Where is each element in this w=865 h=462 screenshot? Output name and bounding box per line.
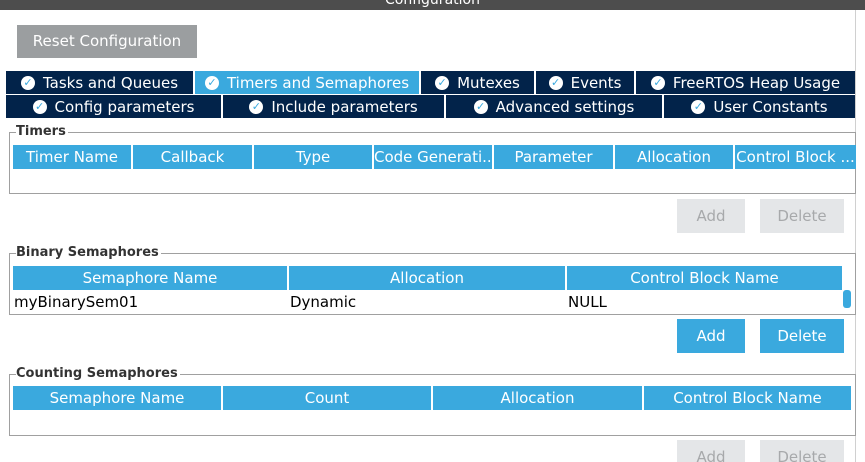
binary-delete-button[interactable]: Delete: [760, 319, 844, 353]
col-control-block-name[interactable]: Control Block Name: [567, 266, 842, 290]
check-circle-icon: ✓: [20, 75, 35, 90]
window-title: Configuration: [385, 0, 480, 8]
tab-timers-and-semaphores[interactable]: ✓ Timers and Semaphores: [195, 71, 421, 94]
tab-freertos-heap-usage[interactable]: ✓ FreeRTOS Heap Usage: [636, 71, 855, 94]
tab-tasks-and-queues[interactable]: ✓ Tasks and Queues: [6, 71, 195, 94]
col-allocation[interactable]: Allocation: [615, 145, 735, 169]
counting-add-button[interactable]: Add: [677, 440, 745, 462]
tab-label: User Constants: [713, 97, 828, 116]
col-count[interactable]: Count: [223, 386, 433, 410]
tab-label: FreeRTOS Heap Usage: [672, 73, 841, 92]
col-semaphore-name[interactable]: Semaphore Name: [13, 266, 289, 290]
col-timer-name[interactable]: Timer Name: [13, 145, 133, 169]
tab-label: Config parameters: [54, 97, 195, 116]
col-callback[interactable]: Callback: [133, 145, 254, 169]
tab-label: Timers and Semaphores: [226, 73, 410, 92]
timers-add-button[interactable]: Add: [677, 199, 745, 233]
tab-mutexes[interactable]: ✓ Mutexes: [421, 71, 536, 94]
tab-advanced-settings[interactable]: ✓ Advanced settings: [446, 95, 664, 118]
table-scrollbar-thumb[interactable]: [843, 290, 851, 308]
tab-label: Include parameters: [271, 97, 418, 116]
col-semaphore-name[interactable]: Semaphore Name: [13, 386, 223, 410]
tab-label: Mutexes: [457, 73, 520, 92]
counting-semaphores-title: Counting Semaphores: [16, 366, 180, 382]
check-circle-icon: ✓: [691, 99, 706, 114]
check-circle-icon: ✓: [650, 75, 665, 90]
col-parameter[interactable]: Parameter: [494, 145, 615, 169]
tab-events[interactable]: ✓ Events: [536, 71, 636, 94]
window-titlebar: Configuration: [0, 0, 865, 10]
counting-delete-button[interactable]: Delete: [760, 440, 844, 462]
check-circle-icon: ✓: [249, 99, 264, 114]
col-type[interactable]: Type: [254, 145, 374, 169]
timers-table-header: Timer Name Callback Type Code Generati..…: [13, 145, 856, 169]
cell-allocation[interactable]: Dynamic: [288, 290, 566, 314]
timers-delete-button[interactable]: Delete: [760, 199, 844, 233]
tab-include-parameters[interactable]: ✓ Include parameters: [223, 95, 446, 118]
tab-row-2: ✓ Config parameters ✓ Include parameters…: [6, 95, 855, 119]
check-circle-icon: ✓: [435, 75, 450, 90]
tab-config-parameters[interactable]: ✓ Config parameters: [6, 95, 223, 118]
check-circle-icon: ✓: [473, 99, 488, 114]
cell-control-block-name[interactable]: NULL: [566, 290, 836, 314]
check-circle-icon: ✓: [32, 99, 47, 114]
check-circle-icon: ✓: [204, 75, 219, 90]
vertical-scrollbar[interactable]: [855, 10, 865, 462]
col-allocation[interactable]: Allocation: [433, 386, 644, 410]
tab-user-constants[interactable]: ✓ User Constants: [664, 95, 855, 118]
tab-label: Tasks and Queues: [42, 73, 179, 92]
binary-table-header: Semaphore Name Allocation Control Block …: [13, 266, 842, 290]
tab-row-1: ✓ Tasks and Queues ✓ Timers and Semaphor…: [6, 71, 855, 95]
table-row[interactable]: myBinarySem01 Dynamic NULL: [12, 290, 836, 314]
counting-table-header: Semaphore Name Count Allocation Control …: [13, 386, 851, 410]
col-allocation[interactable]: Allocation: [289, 266, 567, 290]
tab-label: Advanced settings: [495, 97, 635, 116]
col-control-block[interactable]: Control Block ...: [735, 145, 856, 169]
binary-semaphores-title: Binary Semaphores: [16, 245, 161, 261]
col-code-generation[interactable]: Code Generati...: [374, 145, 494, 169]
cell-semaphore-name[interactable]: myBinarySem01: [12, 290, 288, 314]
check-circle-icon: ✓: [548, 75, 563, 90]
binary-add-button[interactable]: Add: [677, 319, 745, 353]
reset-configuration-button[interactable]: Reset Configuration: [17, 25, 197, 58]
tab-label: Events: [570, 73, 622, 92]
col-control-block-name[interactable]: Control Block Name: [644, 386, 851, 410]
timers-group-title: Timers: [16, 124, 68, 140]
